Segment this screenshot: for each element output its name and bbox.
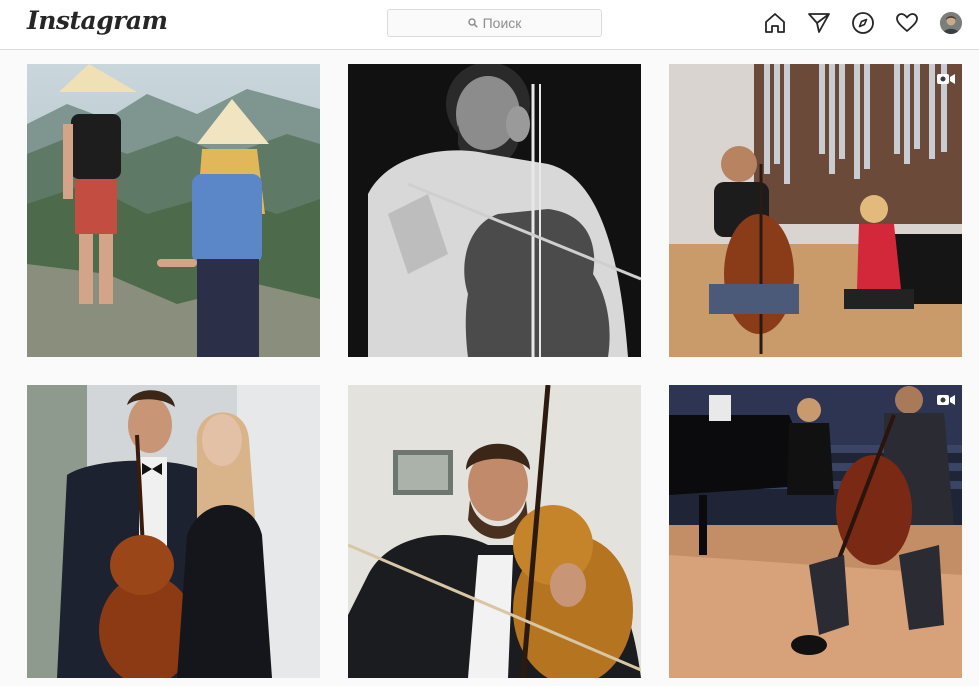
post-photo xyxy=(669,64,962,357)
post-thumbnail[interactable] xyxy=(348,64,641,357)
post-photo xyxy=(348,64,641,357)
post-photo xyxy=(348,385,641,678)
direct-icon[interactable] xyxy=(807,11,831,35)
post-thumbnail[interactable] xyxy=(669,64,962,357)
post-thumbnail[interactable] xyxy=(669,385,962,678)
post-photo xyxy=(27,385,320,678)
top-navigation-bar: Instagram Поиск xyxy=(0,0,979,50)
activity-heart-icon[interactable] xyxy=(895,11,919,35)
post-thumbnail[interactable] xyxy=(27,385,320,678)
video-icon xyxy=(936,72,956,86)
search-icon xyxy=(467,18,478,28)
post-photo xyxy=(27,64,320,357)
post-thumbnail[interactable] xyxy=(348,385,641,678)
instagram-logo[interactable]: Instagram xyxy=(27,6,168,35)
video-icon xyxy=(936,393,956,407)
search-input[interactable]: Поиск xyxy=(387,9,602,37)
explore-icon[interactable] xyxy=(851,11,875,35)
profile-avatar[interactable] xyxy=(940,12,962,34)
post-photo xyxy=(669,385,962,678)
search-placeholder: Поиск xyxy=(482,15,522,31)
post-thumbnail[interactable] xyxy=(27,64,320,357)
home-icon[interactable] xyxy=(763,11,787,35)
search-placeholder-wrap: Поиск xyxy=(388,10,601,36)
